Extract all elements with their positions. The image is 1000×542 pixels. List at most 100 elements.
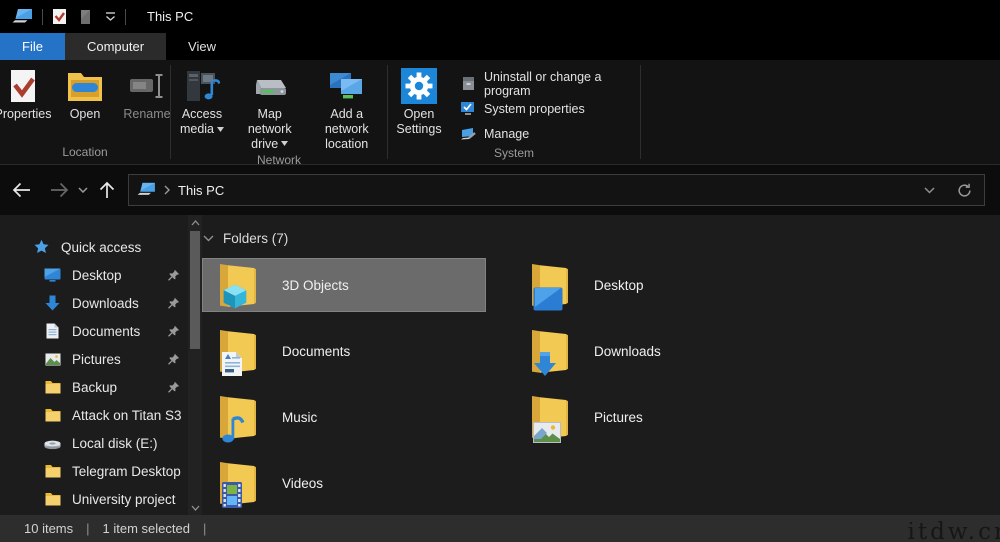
window-title: This PC (147, 9, 193, 24)
properties-button[interactable]: Properties (0, 63, 54, 145)
title-bar: This PC (0, 0, 1000, 33)
manage-icon (460, 125, 477, 142)
ribbon-group-network: Access media Map network drive (171, 60, 387, 164)
explorer-body: Quick access Desktop Downloads Documents Pic… (0, 215, 1000, 515)
sidebar-item-documents[interactable]: Documents (0, 317, 188, 345)
manage-button[interactable]: Manage (456, 121, 640, 146)
customize-toolbar-icon[interactable] (105, 12, 116, 21)
pin-icon (167, 297, 180, 310)
navigation-bar: This PC (0, 165, 1000, 215)
open-folder-icon (67, 65, 103, 107)
sidebar-item-telegram-desktop[interactable]: Telegram Desktop (0, 457, 188, 485)
ribbon-divider (640, 65, 641, 159)
rename-icon (129, 65, 165, 107)
sidebar-item-local-disk-e[interactable]: Local disk (E:) (0, 429, 188, 457)
rename-button[interactable]: Rename (116, 63, 178, 145)
collapse-chevron-icon (203, 235, 214, 242)
sidebar-item-label: Backup (72, 380, 117, 395)
folder-label: Documents (282, 344, 350, 359)
ribbon: Properties Open Rename Location (0, 60, 1000, 165)
breadcrumb[interactable]: This PC (178, 183, 224, 198)
forward-button[interactable] (44, 175, 74, 205)
folder-icon (526, 327, 572, 375)
folder-label: 3D Objects (282, 278, 349, 293)
film-icon (221, 481, 243, 509)
quick-access-toolbar (52, 8, 116, 25)
pin-icon (167, 381, 180, 394)
settings-gear-icon (401, 65, 437, 107)
navigation-pane: Quick access Desktop Downloads Documents Pic… (0, 215, 188, 515)
sidebar-item-label: University project (72, 492, 176, 507)
folder-tile-music[interactable]: Music (202, 390, 486, 444)
folders-section-header[interactable]: Folders (7) (203, 231, 1000, 246)
sidebar-item-downloads[interactable]: Downloads (0, 289, 188, 317)
folder-label: Pictures (594, 410, 643, 425)
down-arrow-icon (44, 295, 61, 311)
tab-view[interactable]: View (166, 33, 238, 60)
this-pc-icon (137, 182, 156, 198)
map-network-drive-button[interactable]: Map network drive (233, 63, 306, 153)
document-icon (44, 323, 61, 339)
add-network-location-button[interactable]: Add a network location (306, 63, 387, 153)
address-bar[interactable]: This PC (128, 174, 985, 206)
sidebar-item-pictures[interactable]: Pictures (0, 345, 188, 373)
sidebar-item-label: Documents (72, 324, 140, 339)
system-properties-button[interactable]: System properties (456, 96, 640, 121)
pin-icon (167, 269, 180, 282)
sidebar-item-quick-access[interactable]: Quick access (0, 233, 188, 261)
sidebar-item-backup[interactable]: Backup (0, 373, 188, 401)
watermark: itdw.cr (908, 519, 1000, 542)
new-folder-quick-icon[interactable] (79, 9, 93, 25)
folder-label: Music (282, 410, 317, 425)
refresh-icon[interactable] (957, 183, 972, 198)
ribbon-tab-bar: File Computer View (0, 33, 1000, 60)
document-lg-icon (221, 351, 243, 377)
group-label-system: System (388, 146, 640, 164)
open-button[interactable]: Open (54, 63, 116, 145)
access-media-button[interactable]: Access media (171, 63, 233, 153)
folder-label: Downloads (594, 344, 661, 359)
sidebar-item-label: Telegram Desktop (72, 464, 181, 479)
recent-locations-chevron-icon[interactable] (74, 175, 92, 205)
system-properties-icon (460, 100, 477, 117)
pin-icon (167, 353, 180, 366)
tab-file[interactable]: File (0, 33, 65, 60)
folder-tile-videos[interactable]: Videos (202, 456, 486, 510)
folder-icon (214, 327, 260, 375)
folder-tile-3d-objects[interactable]: 3D Objects (202, 258, 486, 312)
properties-quick-icon[interactable] (52, 8, 67, 25)
folder-tile-downloads[interactable]: Downloads (514, 324, 814, 378)
folder-icon (44, 464, 61, 478)
up-button[interactable] (92, 175, 122, 205)
sidebar-item-attack-on-titan-s3[interactable]: Attack on Titan S3 (0, 401, 188, 429)
breadcrumb-chevron-icon (164, 185, 170, 195)
sidebar-item-desktop[interactable]: Desktop (0, 261, 188, 289)
items-count: 10 items (24, 521, 73, 536)
sidebar-item-university-project[interactable]: University project (0, 485, 188, 513)
address-dropdown-icon[interactable] (924, 187, 935, 194)
folder-icon (526, 261, 572, 309)
sidebar-item-label: Pictures (72, 352, 121, 367)
sidebar-item-label: Desktop (72, 268, 122, 283)
titlebar-divider2 (125, 9, 126, 25)
folder-icon (214, 459, 260, 507)
folder-tile-documents[interactable]: Documents (202, 324, 486, 378)
back-button[interactable] (6, 175, 36, 205)
this-pc-app-icon (12, 8, 33, 26)
file-explorer-window: This PC File Computer View Properties (0, 0, 1000, 542)
folder-tile-desktop[interactable]: Desktop (514, 258, 814, 312)
selected-count: 1 item selected (103, 521, 190, 536)
open-settings-button[interactable]: Open Settings (388, 63, 450, 146)
tab-computer[interactable]: Computer (65, 33, 166, 60)
sidebar-item-label: Quick access (61, 240, 141, 255)
dropdown-caret-icon (281, 141, 288, 146)
dropdown-caret-icon (217, 127, 224, 132)
arrow-lg-icon (533, 351, 557, 377)
network-drive-icon (251, 65, 289, 107)
sidebar-item-label: Local disk (E:) (72, 436, 158, 451)
pin-icon (167, 325, 180, 338)
folder-tile-pictures[interactable]: Pictures (514, 390, 814, 444)
group-label-location: Location (0, 145, 170, 164)
uninstall-program-button[interactable]: Uninstall or change a program (456, 71, 640, 96)
section-title: Folders (7) (223, 231, 288, 246)
